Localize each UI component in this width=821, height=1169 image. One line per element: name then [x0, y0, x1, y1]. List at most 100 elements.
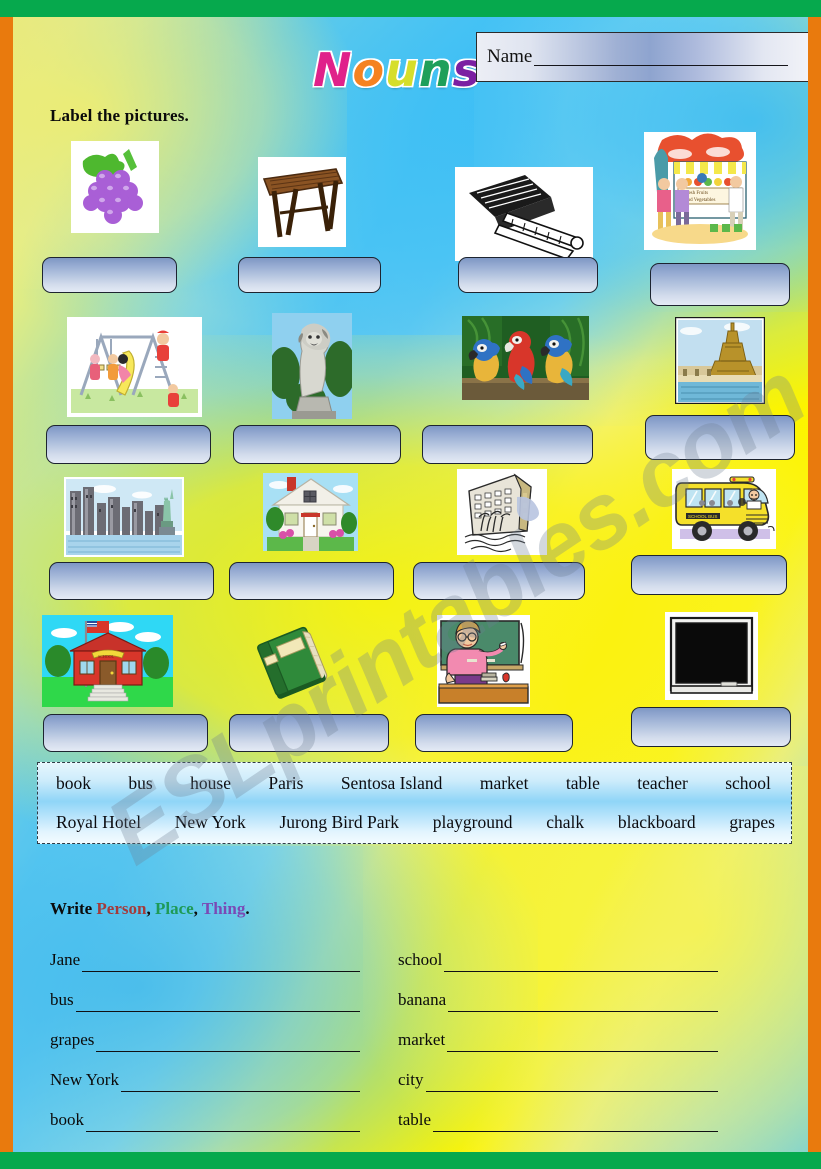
name-input-line[interactable]	[534, 48, 788, 66]
word-bank-row-1: book bus house Paris Sentosa Island mark…	[52, 772, 777, 793]
write-task-word: bus	[50, 990, 74, 1009]
write-task-word: New York	[50, 1070, 119, 1089]
schoolhouse-image: SCHOOL	[42, 615, 173, 707]
write-task-word: school	[398, 950, 443, 969]
word-bank-item: book	[56, 773, 91, 793]
heading-separator-2: ,	[193, 899, 198, 918]
worksheet-page: ESLprintables.com Nouns Name Label the p…	[0, 0, 821, 1169]
word-bank-item: market	[479, 773, 529, 793]
write-task-item: Jane	[50, 932, 360, 972]
write-task-answer-line[interactable]	[447, 1036, 718, 1052]
answer-box-4-3[interactable]	[415, 714, 573, 752]
title-letter-4: n	[418, 43, 453, 97]
word-bank-item: Jurong Bird Park	[279, 811, 400, 832]
answer-box-3-2[interactable]	[229, 562, 394, 600]
school-bus-image: SCHOOL BUS	[672, 469, 776, 549]
word-bank-item: grapes	[729, 811, 775, 832]
teacher-image	[437, 615, 530, 707]
answer-box-3-4[interactable]	[631, 555, 787, 595]
word-bank-item: blackboard	[617, 811, 696, 832]
worksheet-canvas: ESLprintables.com Nouns Name Label the p…	[13, 17, 808, 1152]
parrots-image	[462, 316, 589, 400]
answer-box-4-4[interactable]	[631, 707, 791, 747]
word-bank-item: table	[565, 773, 600, 793]
heading-separator-1: ,	[146, 899, 151, 918]
write-task-item: market	[398, 1012, 718, 1052]
write-task-word: city	[398, 1070, 424, 1089]
write-task-word: Jane	[50, 950, 81, 969]
answer-box-2-1[interactable]	[46, 425, 211, 464]
write-task-word: grapes	[50, 1030, 95, 1049]
word-bank-item: bus	[128, 773, 153, 793]
hotel-image	[457, 469, 547, 555]
book-image	[251, 620, 333, 702]
title-letter-2: o	[352, 43, 386, 97]
category-place: Place	[154, 899, 194, 918]
playground-image	[67, 317, 202, 417]
answer-box-2-4[interactable]	[645, 415, 795, 460]
write-task-answer-line[interactable]	[120, 1076, 360, 1092]
background-wash-top-left	[13, 17, 347, 290]
word-bank-item: playground	[432, 811, 513, 832]
write-task-answer-line[interactable]	[96, 1036, 360, 1052]
name-field[interactable]: Name	[476, 32, 808, 82]
word-bank-item: chalk	[546, 811, 585, 832]
answer-box-2-2[interactable]	[233, 425, 401, 464]
title-letter-1: N	[313, 43, 353, 97]
word-bank: book bus house Paris Sentosa Island mark…	[37, 762, 792, 844]
answer-box-1-2[interactable]	[238, 257, 381, 293]
write-task-right-column: school banana market city table	[398, 932, 718, 1132]
heading-period: .	[245, 899, 250, 918]
write-task-answer-line[interactable]	[444, 956, 718, 972]
write-task-item: book	[50, 1092, 360, 1132]
write-task-answer-line[interactable]	[82, 956, 360, 972]
write-task-answer-line[interactable]	[448, 996, 718, 1012]
word-bank-row-2: Royal Hotel New York Jurong Bird Park pl…	[52, 793, 777, 832]
grapes-image	[71, 141, 159, 233]
write-task-word: table	[398, 1110, 432, 1129]
answer-box-4-1[interactable]	[43, 714, 208, 752]
word-bank-item: Sentosa Island	[340, 773, 443, 793]
answer-box-3-1[interactable]	[49, 562, 214, 600]
svg-text:SCHOOL BUS: SCHOOL BUS	[688, 514, 717, 519]
svg-text:SCHOOL: SCHOOL	[98, 654, 115, 659]
write-task-answer-line[interactable]	[425, 1076, 718, 1092]
new-york-skyline-image	[64, 477, 184, 557]
word-bank-item: teacher	[637, 773, 688, 793]
answer-box-1-4[interactable]	[650, 263, 790, 306]
instruction-label-pictures: Label the pictures.	[50, 106, 190, 125]
merlion-statue-image	[272, 313, 352, 419]
word-bank-item: Paris	[268, 773, 304, 793]
write-task-item: banana	[398, 972, 718, 1012]
answer-box-1-1[interactable]	[42, 257, 177, 293]
category-thing: Thing	[201, 899, 246, 918]
write-task-word: book	[50, 1110, 84, 1129]
page-border-bottom	[0, 1152, 821, 1169]
write-task-item: grapes	[50, 1012, 360, 1052]
answer-box-1-3[interactable]	[458, 257, 598, 293]
blackboard-image	[665, 612, 758, 700]
write-task-item: bus	[50, 972, 360, 1012]
eiffel-tower-image	[675, 317, 765, 404]
write-task-item: school	[398, 932, 718, 972]
write-task-word: banana	[398, 990, 447, 1009]
market-image: Fresh Fruits And Vegetables	[644, 132, 756, 250]
word-bank-item: house	[190, 773, 231, 793]
name-label: Name	[487, 46, 533, 67]
answer-box-2-3[interactable]	[422, 425, 593, 464]
word-bank-item: Royal Hotel	[56, 811, 142, 832]
write-task-answer-line[interactable]	[433, 1116, 718, 1132]
house-image	[263, 473, 358, 551]
chalk-image	[455, 167, 593, 261]
write-task-answer-line[interactable]	[75, 996, 360, 1012]
word-bank-item: school	[725, 773, 771, 793]
write-task-answer-line[interactable]	[86, 1116, 360, 1132]
write-task-word: market	[398, 1030, 446, 1049]
answer-box-3-3[interactable]	[413, 562, 585, 600]
write-task-item: New York	[50, 1052, 360, 1092]
table-image	[258, 157, 346, 247]
write-task-left-column: Jane bus grapes New York book	[50, 932, 360, 1132]
write-word: Write	[50, 899, 93, 918]
write-task-item: city	[398, 1052, 718, 1092]
answer-box-4-2[interactable]	[229, 714, 389, 752]
